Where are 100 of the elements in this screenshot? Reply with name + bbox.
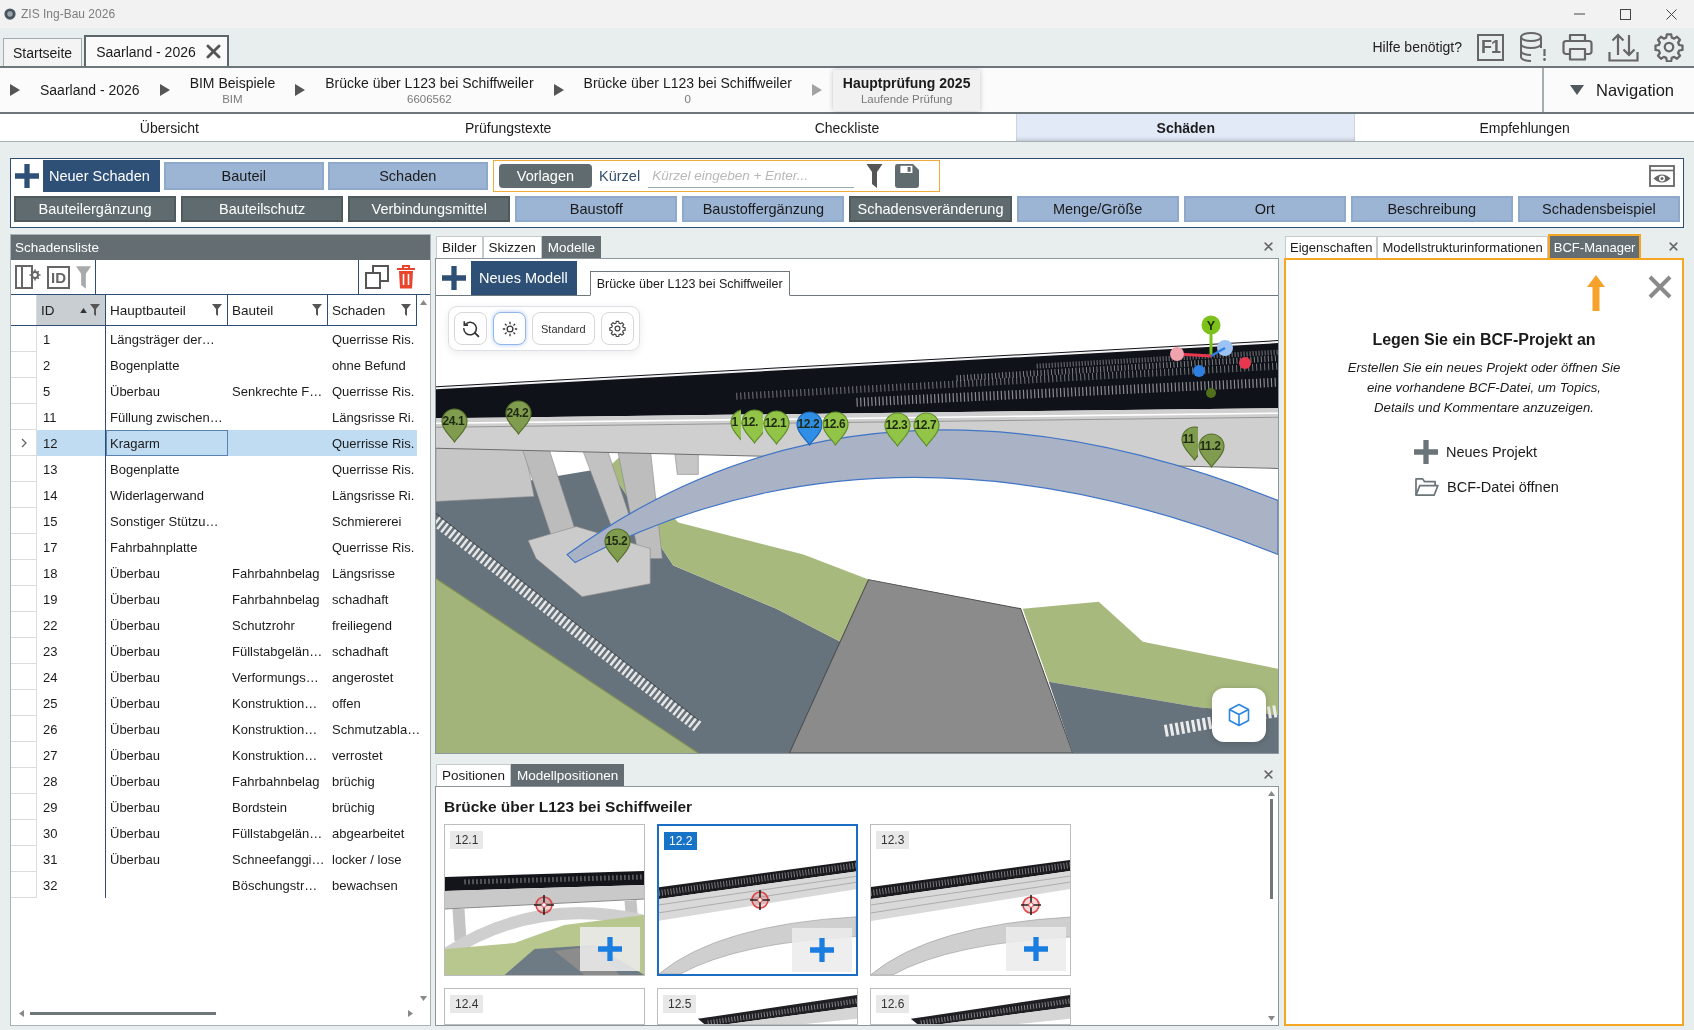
position-card[interactable]: 12.5	[657, 988, 858, 1025]
table-row[interactable]: 14 Widerlagerwand Längsrisse Ri.	[11, 482, 417, 508]
column-settings-icon[interactable]	[15, 265, 41, 289]
view-cube-button[interactable]	[1212, 688, 1266, 742]
new-model-button[interactable]: Neues Modell	[436, 261, 577, 295]
map-pin[interactable]: 12.	[740, 408, 763, 444]
scrollbar-thumb[interactable]	[1269, 799, 1273, 899]
map-pin[interactable]: 12.1	[762, 409, 790, 445]
table-row[interactable]: 17 Fahrbahnplatte Querrisse Ris.	[11, 534, 417, 560]
filter-icon[interactable]	[212, 304, 222, 316]
table-row[interactable]: 5 Überbau Senkrechte F… Querrisse Ris.	[11, 378, 417, 404]
panel-tab[interactable]: Modelle	[541, 236, 602, 258]
axis-gizmo[interactable]: Y	[1162, 310, 1254, 400]
sort-arrow-icon[interactable]	[80, 307, 87, 313]
position-card[interactable]: 12.1	[444, 824, 645, 976]
toggle-button[interactable]: Bauteil	[163, 162, 324, 190]
close-icon[interactable]	[1264, 769, 1273, 779]
category-button[interactable]: Bauteilergänzung	[14, 196, 177, 222]
save-icon[interactable]	[895, 164, 920, 188]
filter-icon[interactable]	[401, 304, 411, 316]
position-card[interactable]: 12.2	[657, 824, 858, 976]
toggle-button[interactable]: Schaden	[327, 162, 488, 190]
printer-icon[interactable]	[1562, 33, 1593, 61]
arrow-up-icon[interactable]	[420, 300, 427, 305]
panel-tab[interactable]: Positionen	[436, 764, 512, 786]
scrollbar-thumb[interactable]	[30, 1011, 216, 1015]
panel-tab[interactable]: BCF-Manager	[1547, 234, 1642, 258]
maximize-icon[interactable]	[1619, 8, 1631, 20]
arrow-left-icon[interactable]	[19, 1009, 24, 1017]
position-card[interactable]: 12.4	[444, 988, 645, 1025]
settings-icon[interactable]	[1654, 32, 1684, 62]
breadcrumb-item[interactable]: Saarland - 2026	[40, 82, 140, 98]
panel-tab[interactable]: Modellstrukturinformationen	[1377, 236, 1548, 258]
breadcrumb-item[interactable]: Brücke über L123 bei Schiffweiler 6606562	[325, 75, 534, 105]
new-project-button[interactable]: Neues Projekt	[1414, 440, 1559, 464]
panel-tab[interactable]: Bilder	[436, 236, 483, 258]
panel-tab[interactable]: Modellpositionen	[511, 764, 625, 786]
open-file-button[interactable]: BCF-Datei öffnen	[1414, 476, 1559, 497]
close-icon[interactable]	[1669, 241, 1678, 251]
model-tab[interactable]: Brücke über L123 bei Schiffweiler	[589, 271, 790, 296]
table-row[interactable]: 12 Kragarm Querrisse Ris.	[11, 430, 417, 456]
add-button[interactable]	[1006, 927, 1066, 971]
position-card[interactable]: 12.3	[870, 824, 1071, 976]
eye-icon[interactable]	[1649, 165, 1675, 187]
minimize-icon[interactable]	[1573, 13, 1585, 15]
filter-icon[interactable]	[312, 304, 322, 316]
id-toggle-button[interactable]: ID	[47, 265, 70, 289]
database-icon[interactable]	[1519, 32, 1547, 62]
table-row[interactable]: 11 Füllung zwischen… Längsrisse Ri.	[11, 404, 417, 430]
add-button[interactable]	[580, 927, 640, 971]
close-icon[interactable]	[1264, 241, 1273, 251]
map-pin[interactable]: 24.1	[440, 407, 468, 443]
section-tab[interactable]: Schäden	[1016, 114, 1356, 141]
category-button[interactable]: Schadensbeispiel	[1517, 196, 1680, 222]
category-button[interactable]: Bauteilschutz	[181, 196, 344, 222]
category-button[interactable]: Beschreibung	[1350, 196, 1513, 222]
arrow-up-icon[interactable]	[1267, 791, 1275, 796]
map-pin[interactable]: 12.7	[912, 411, 940, 447]
category-button[interactable]: Baustoffergänzung	[682, 196, 845, 222]
breadcrumb-item[interactable]: Brücke über L123 bei Schiffweiler 0	[583, 75, 792, 105]
arrow-down-icon[interactable]	[1267, 1016, 1275, 1021]
filter-icon[interactable]	[866, 164, 884, 188]
panel-tab[interactable]: Skizzen	[482, 236, 542, 258]
document-tab[interactable]: Saarland - 2026	[84, 35, 229, 66]
position-card[interactable]: 12.6	[870, 988, 1071, 1025]
map-pin[interactable]: 11.2	[1197, 432, 1225, 468]
table-row[interactable]: 1 Längsträger der… Querrisse Ris.	[11, 326, 417, 352]
breadcrumb-item[interactable]: Hauptprüfung 2025 Laufende Prüfung	[832, 69, 981, 111]
lighting-button[interactable]	[493, 312, 526, 345]
table-row[interactable]: 13 Bogenplatte Querrisse Ris.	[11, 456, 417, 482]
column-header[interactable]: ID	[37, 295, 106, 325]
navigation-button[interactable]: Navigation	[1542, 68, 1694, 112]
copy-icon[interactable]	[365, 265, 389, 289]
new-damage-button[interactable]: Neuer Schaden	[11, 160, 160, 192]
add-button[interactable]	[792, 928, 852, 972]
table-row[interactable]: 26 Überbau Konstruktion… Schmutzabla…	[11, 716, 417, 742]
category-button[interactable]: Menge/Größe	[1016, 196, 1179, 222]
category-button[interactable]: Baustoff	[515, 196, 678, 222]
view-preset-button[interactable]: Standard	[532, 312, 595, 345]
column-header[interactable]: Bauteil	[228, 295, 328, 325]
map-pin[interactable]: 12.2	[795, 410, 822, 446]
search-button[interactable]	[454, 312, 487, 345]
close-icon[interactable]	[1665, 8, 1677, 20]
column-header[interactable]: Schaden	[328, 295, 417, 325]
templates-button[interactable]: Vorlagen	[498, 164, 592, 188]
trash-icon[interactable]	[396, 265, 416, 289]
map-pin[interactable]: 12.6	[821, 410, 849, 446]
panel-tab[interactable]: Eigenschaften	[1285, 236, 1378, 258]
transfer-icon[interactable]	[1608, 32, 1639, 62]
map-pin[interactable]: 12.3	[883, 411, 911, 447]
map-pin[interactable]: 24.2	[504, 399, 532, 435]
category-button[interactable]: Verbindungsmittel	[348, 196, 511, 222]
breadcrumb-item[interactable]: BIM Beispiele BIM	[189, 75, 276, 105]
arrow-right-icon[interactable]	[408, 1009, 413, 1017]
category-button[interactable]: Ort	[1183, 196, 1346, 222]
help-key-button[interactable]: F1	[1477, 33, 1504, 61]
settings-button[interactable]	[600, 312, 634, 345]
map-pin[interactable]: 11	[1180, 425, 1198, 461]
document-tab[interactable]: Startseite	[3, 38, 83, 66]
filter-icon[interactable]	[90, 304, 100, 316]
